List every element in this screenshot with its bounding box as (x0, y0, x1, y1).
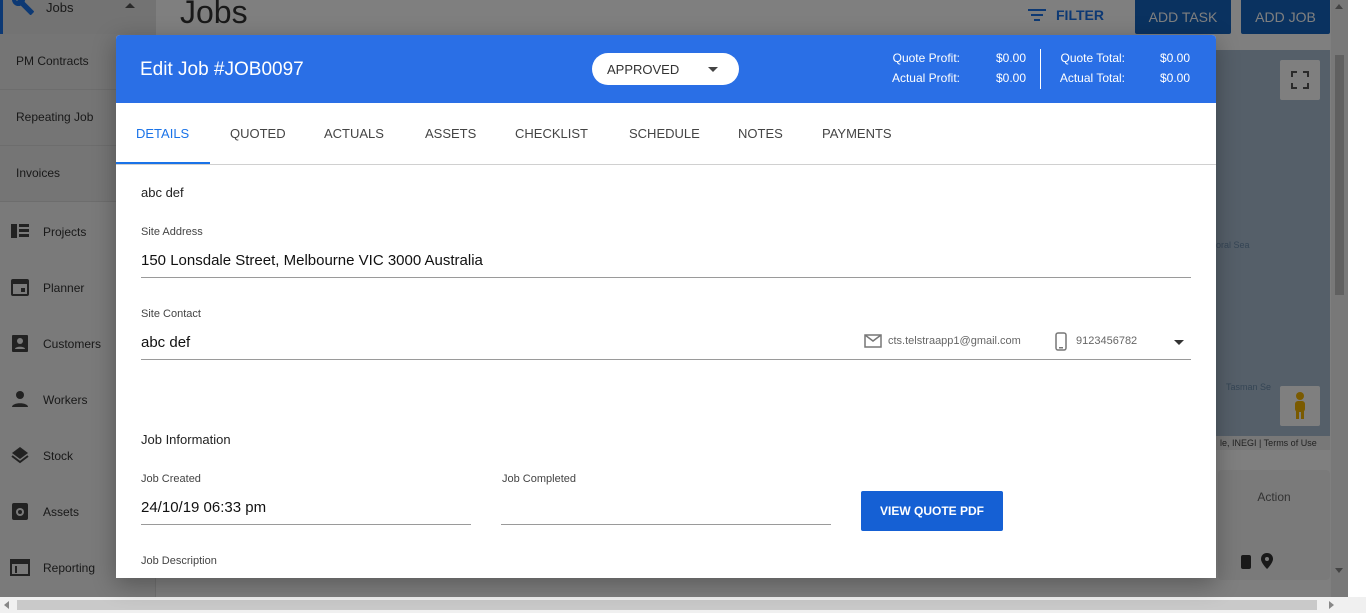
tab-actuals[interactable]: ACTUALS (324, 126, 384, 141)
scroll-thumb[interactable] (17, 600, 1317, 610)
modal-title: Edit Job #JOB0097 (140, 59, 304, 80)
edit-job-modal: Edit Job #JOB0097 APPROVED Quote Profit:… (116, 35, 1216, 578)
site-contact-field[interactable]: abc def (141, 334, 190, 351)
actual-profit-label: Actual Profit: (891, 71, 960, 85)
tab-schedule[interactable]: SCHEDULE (629, 126, 700, 141)
tab-checklist[interactable]: CHECKLIST (515, 126, 588, 141)
actual-total-value: $0.00 (1159, 71, 1190, 85)
active-tab-indicator (116, 162, 210, 164)
horizontal-scrollbar[interactable] (0, 597, 1366, 613)
status-dropdown[interactable]: APPROVED (592, 53, 739, 85)
job-created-underline (141, 524, 471, 525)
scroll-left-icon[interactable] (4, 601, 9, 609)
site-address-field[interactable]: 150 Lonsdale Street, Melbourne VIC 3000 … (141, 252, 483, 269)
quote-profit-value: $0.00 (995, 51, 1026, 65)
job-created-field[interactable]: 24/10/19 06:33 pm (141, 499, 266, 516)
quote-total-value: $0.00 (1159, 51, 1190, 65)
job-completed-underline (501, 524, 831, 525)
modal-tabs: DETAILS QUOTED ACTUALS ASSETS CHECKLIST … (116, 103, 1216, 165)
chevron-down-icon[interactable] (1174, 340, 1184, 345)
actual-profit-value: $0.00 (995, 71, 1026, 85)
view-quote-pdf-button[interactable]: VIEW QUOTE PDF (861, 491, 1003, 531)
contact-email: cts.telstraapp1@gmail.com (888, 335, 1021, 347)
tab-assets[interactable]: ASSETS (425, 126, 476, 141)
scroll-right-icon[interactable] (1329, 601, 1334, 609)
site-address-underline (141, 277, 1191, 278)
tab-quoted[interactable]: QUOTED (230, 126, 286, 141)
tab-notes[interactable]: NOTES (738, 126, 783, 141)
contact-phone: 9123456782 (1076, 335, 1138, 347)
tab-payments[interactable]: PAYMENTS (822, 126, 892, 141)
site-contact-label: Site Contact (141, 308, 201, 320)
quote-total-label: Quote Total: (1060, 51, 1126, 65)
modal-header: Edit Job #JOB0097 APPROVED Quote Profit:… (116, 35, 1216, 103)
status-value: APPROVED (607, 62, 680, 77)
tab-details[interactable]: DETAILS (136, 126, 189, 141)
customer-name: abc def (141, 185, 184, 200)
email-icon (864, 334, 882, 348)
job-info-title: Job Information (141, 432, 231, 447)
site-address-label: Site Address (141, 226, 203, 238)
site-contact-underline (141, 359, 1191, 360)
financials-divider (1040, 49, 1041, 89)
job-created-label: Job Created (141, 473, 201, 485)
quote-profit-label: Quote Profit: (892, 51, 960, 65)
job-completed-label: Job Completed (502, 473, 576, 485)
job-description-label: Job Description (141, 555, 217, 567)
page-edge (1348, 0, 1366, 597)
chevron-down-icon (708, 67, 718, 72)
phone-icon (1055, 332, 1067, 351)
actual-total-label: Actual Total: (1059, 71, 1125, 85)
